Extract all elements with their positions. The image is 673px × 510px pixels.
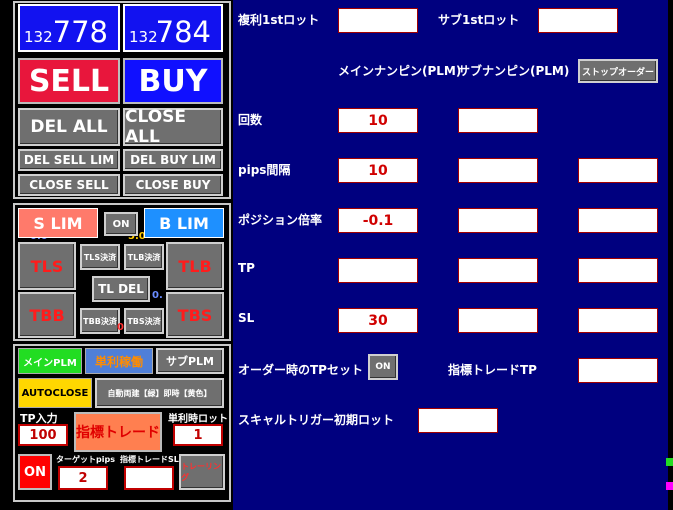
count-sub-field[interactable] [458,108,538,133]
del-buy-lim-button[interactable]: DEL BUY LIM [123,149,223,171]
row-label-count: 回数 [238,113,263,127]
sell-quote-value: 778 [52,15,108,49]
tbb-settle-button[interactable]: TBB決済 [80,308,120,334]
sub-lot-field[interactable] [538,8,618,33]
sell-button[interactable]: SELL [18,58,120,104]
row-label-pips-interval: pips間隔 [238,163,291,177]
indicator-sl-label: 指標トレードSL [120,455,179,464]
col-sub-header: サブナンピン(PLM) [458,64,570,78]
target-pips-label: ターゲットpips [56,455,115,464]
tlb-settle-button[interactable]: TLB決済 [124,244,164,270]
sell-quote: 132 778 [18,4,120,52]
tbs-button[interactable]: TBS [166,292,224,338]
stop-order-button[interactable]: ストップオーダー [578,59,658,83]
scalp-lot-field[interactable] [418,408,498,433]
position-multiplier-main-field[interactable]: -0.1 [338,208,418,233]
tp-set-label: オーダー時のTPセット [238,363,363,377]
tp-input-field[interactable]: 100 [18,424,68,446]
chart-marker-magenta [666,482,673,490]
sl-sub-field[interactable] [458,308,538,333]
on-button[interactable]: ON [18,454,52,490]
tl-del-button[interactable]: TL DEL [92,276,150,302]
buy-quote: 132 784 [123,4,223,52]
single-lot-field[interactable]: 1 [173,424,223,446]
pips-interval-main-field[interactable]: 10 [338,158,418,183]
sl-extra-field[interactable] [578,308,658,333]
tls-settle-button[interactable]: TLS決済 [80,244,120,270]
del-sell-lim-button[interactable]: DEL SELL LIM [18,149,120,171]
buy-quote-prefix: 132 [129,28,158,46]
pips-interval-sub-field[interactable] [458,158,538,183]
compound-lot-field[interactable] [338,8,418,33]
indicator-trade-button[interactable]: 指標トレード [74,412,162,452]
chart-edge [668,0,673,510]
indicator-sl-field[interactable] [124,466,174,490]
indicator-tp-label: 指標トレードTP [448,363,537,377]
tbb-button[interactable]: TBB [18,292,76,338]
lim-on-toggle[interactable]: ON [104,212,138,236]
sell-quote-prefix: 132 [24,28,53,46]
chart-marker-green [666,458,673,466]
del-all-button[interactable]: DEL ALL [18,108,120,146]
indicator-tp-field[interactable] [578,358,658,383]
autoclose-button[interactable]: AUTOCLOSE [18,378,92,408]
tp-set-toggle[interactable]: ON [368,354,398,380]
compound-lot-label: 複利1stロット [238,13,320,27]
sub-plm-button[interactable]: サブPLM [156,348,224,374]
row-label-tp: TP [238,261,255,275]
col-main-header: メインナンピン(PLM) [338,64,462,78]
trailing-button[interactable]: トレーリング [179,454,225,490]
peek-value-d: 0 [117,322,124,333]
tls-button[interactable]: TLS [18,242,76,290]
sl-main-field[interactable]: 30 [338,308,418,333]
scalp-lot-label: スキャルトリガー初期ロット [238,413,395,427]
close-sell-button[interactable]: CLOSE SELL [18,174,120,196]
count-main-field[interactable]: 10 [338,108,418,133]
auto-both-button[interactable]: 自動両建【緑】即時【黄色】 [95,378,224,408]
row-label-sl: SL [238,311,255,325]
position-multiplier-sub-field[interactable] [458,208,538,233]
peek-value-c: 0. [152,290,163,301]
s-lim-button[interactable]: S LIM [18,208,98,238]
close-buy-button[interactable]: CLOSE BUY [123,174,223,196]
buy-quote-value: 784 [155,15,211,49]
tbs-settle-button[interactable]: TBS決済 [124,308,164,334]
b-lim-button[interactable]: B LIM [144,208,224,238]
target-pips-field[interactable]: 2 [58,466,108,490]
position-multiplier-extra-field[interactable] [578,208,658,233]
row-label-position-multiplier: ポジション倍率 [238,213,323,227]
tlb-button[interactable]: TLB [166,242,224,290]
close-all-button[interactable]: CLOSE ALL [123,107,223,147]
single-lot-label: 単利時ロット [168,414,228,425]
tp-extra-field[interactable] [578,258,658,283]
main-plm-button[interactable]: メインPLM [18,348,82,374]
buy-button[interactable]: BUY [123,58,223,104]
single-interest-button[interactable]: 単利稼働 [85,348,153,374]
sub-lot-label: サブ1stロット [438,13,520,27]
tp-sub-field[interactable] [458,258,538,283]
pips-interval-extra-field[interactable] [578,158,658,183]
tp-main-field[interactable] [338,258,418,283]
